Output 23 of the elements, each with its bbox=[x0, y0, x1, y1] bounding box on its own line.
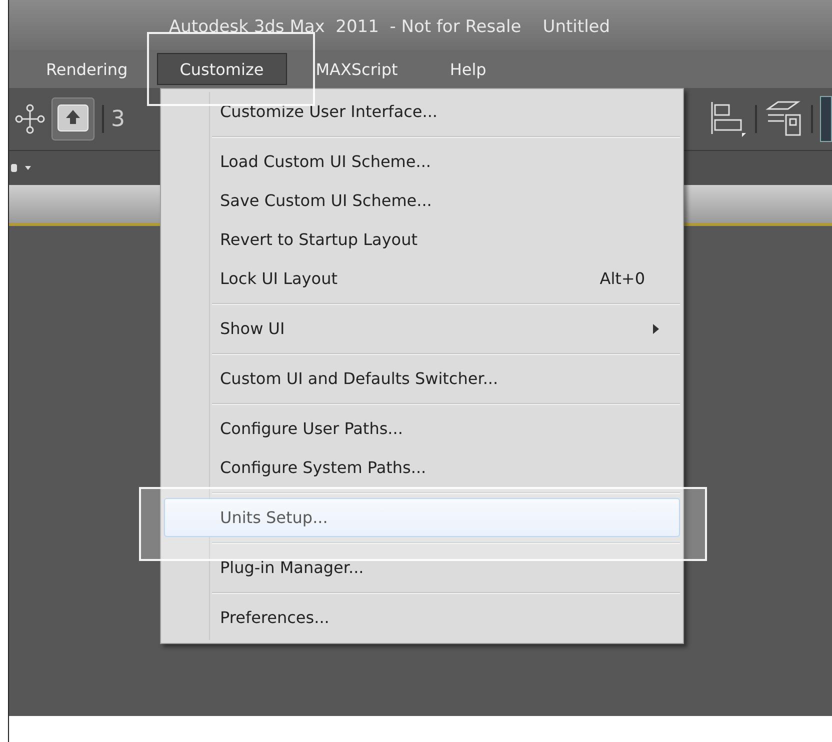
menu-item[interactable]: Rendering bbox=[23, 53, 151, 85]
menu-option[interactable]: Configure User Paths... bbox=[164, 409, 680, 448]
menu-option[interactable]: Custom UI and Defaults Switcher... bbox=[164, 359, 680, 398]
toolbar-button[interactable] bbox=[820, 96, 832, 142]
menu-option[interactable]: Show UI bbox=[164, 309, 680, 348]
menu-option[interactable]: Save Custom UI Scheme... bbox=[164, 181, 680, 220]
menu-option[interactable]: Load Custom UI Scheme... bbox=[164, 142, 680, 181]
layers-icon[interactable] bbox=[764, 99, 804, 139]
toolbar-text: 3 bbox=[111, 106, 125, 132]
menu-item[interactable]: Help bbox=[426, 53, 510, 85]
menu-item[interactable]: MAXScript bbox=[292, 53, 421, 85]
menu-option[interactable]: Units Setup... bbox=[164, 498, 680, 537]
window-title: Autodesk 3ds Max 2011 - Not for Resale Untitled bbox=[169, 16, 610, 37]
menu-option[interactable]: Plug-in Manager... bbox=[164, 548, 680, 587]
menu-item[interactable]: Customize bbox=[156, 53, 287, 85]
menu-option[interactable]: Customize User Interface... bbox=[164, 92, 680, 131]
menu-option[interactable]: Preferences... bbox=[164, 598, 680, 637]
hierarchy-icon[interactable] bbox=[13, 102, 47, 136]
submenu-arrow-icon bbox=[653, 324, 659, 334]
upload-icon[interactable] bbox=[51, 97, 95, 141]
menu-option[interactable]: Revert to Startup Layout bbox=[164, 220, 680, 259]
menu-option[interactable]: Configure System Paths... bbox=[164, 448, 680, 487]
menu-option[interactable]: Lock UI Layout Alt+0 bbox=[164, 259, 680, 298]
